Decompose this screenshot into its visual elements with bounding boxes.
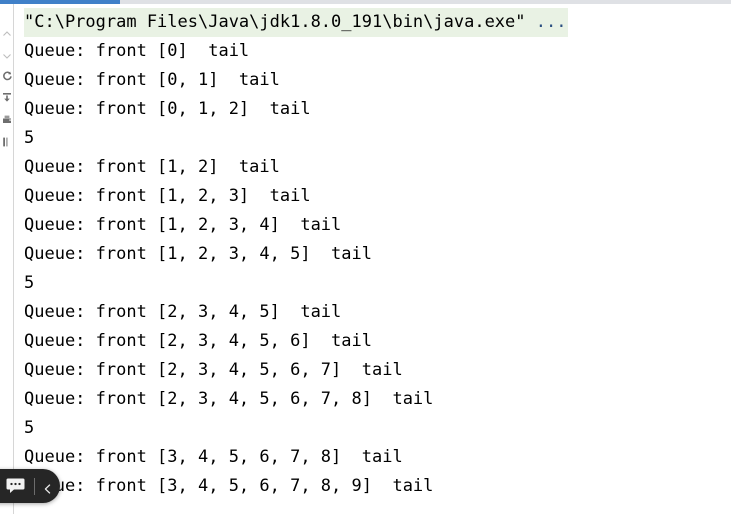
print-icon[interactable] — [1, 114, 13, 126]
console-command-line: "C:\Program Files\Java\jdk1.8.0_191\bin\… — [15, 8, 731, 37]
console-output-line: Queue: front [1, 2, 3] tail — [24, 186, 311, 206]
soft-wrap-icon[interactable] — [1, 136, 13, 148]
floating-assistant-widget[interactable] — [0, 469, 60, 503]
console-output-line: 5 — [24, 128, 35, 148]
chevron-down-icon[interactable] — [1, 50, 13, 62]
console-output-line: Queue: front [0] tail — [24, 41, 250, 61]
chevron-up-icon[interactable] — [1, 28, 13, 40]
command-line-ellipsis[interactable]: ... — [536, 12, 567, 32]
console-output-line: Queue: front [0, 1] tail — [24, 70, 280, 90]
console-output-text[interactable]: "C:\Program Files\Java\jdk1.8.0_191\bin\… — [15, 4, 731, 514]
chevron-left-icon[interactable] — [42, 480, 54, 494]
command-line-text: "C:\Program Files\Java\jdk1.8.0_191\bin\… — [24, 12, 536, 32]
console-output-line: Queue: front [3, 4, 5, 6, 7, 8, 9] tail — [24, 476, 434, 496]
console-output-line: 5 — [24, 273, 35, 293]
console-output-line: Queue: front [3, 4, 5, 6, 7, 8] tail — [24, 447, 403, 467]
console-output-line: Queue: front [2, 3, 4, 5] tail — [24, 302, 342, 322]
run-console-panel: "C:\Program Files\Java\jdk1.8.0_191\bin\… — [0, 4, 731, 514]
console-output-line: Queue: front [1, 2, 3, 4] tail — [24, 215, 342, 235]
console-output-line: Queue: front [1, 2, 3, 4, 5] tail — [24, 244, 372, 264]
chat-bubble-icon[interactable] — [6, 478, 25, 494]
console-output-line: Queue: front [2, 3, 4, 5, 6, 7] tail — [24, 360, 403, 380]
console-output-line: Queue: front [1, 2] tail — [24, 157, 280, 177]
console-output-line: Queue: front [2, 3, 4, 5, 6, 7, 8] tail — [24, 389, 434, 409]
console-output-line: Queue: front [0, 1, 2] tail — [24, 99, 311, 119]
scroll-to-end-icon[interactable] — [1, 92, 13, 104]
widget-divider — [34, 477, 35, 495]
console-output-line: 5 — [24, 418, 35, 438]
console-output-line: Queue: front [2, 3, 4, 5, 6] tail — [24, 331, 372, 351]
rerun-icon[interactable] — [1, 70, 13, 82]
console-toolbar-gutter[interactable] — [0, 4, 14, 514]
